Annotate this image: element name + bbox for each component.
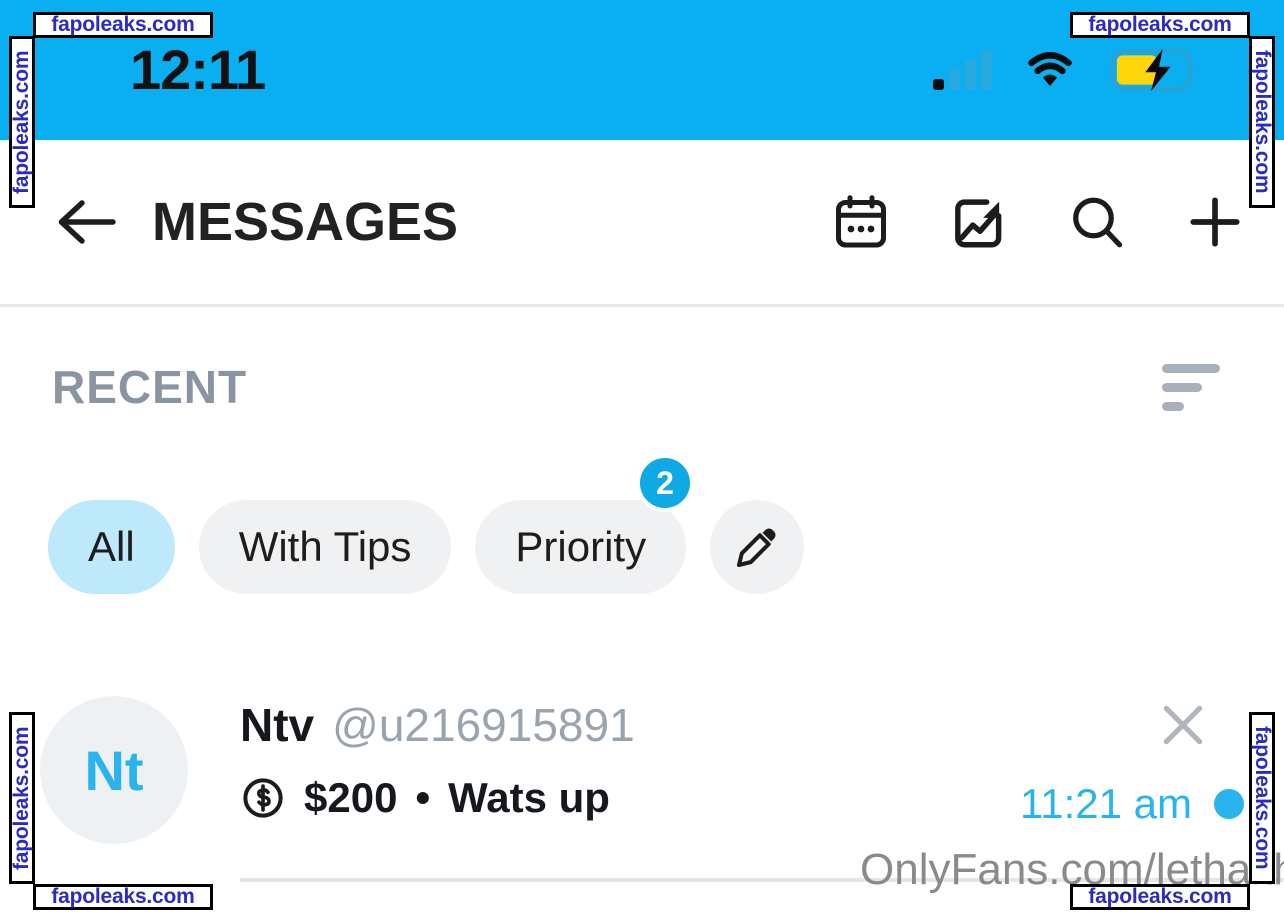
watermark-bottom-left-horizontal: fapoleaks.com bbox=[33, 884, 213, 910]
wifi-icon bbox=[1028, 52, 1072, 86]
arrow-left-icon bbox=[58, 200, 116, 244]
page-title: MESSAGES bbox=[152, 192, 459, 252]
unread-dot bbox=[1214, 789, 1244, 819]
calendar-icon bbox=[836, 195, 886, 248]
chip-priority-label: Priority bbox=[515, 523, 647, 570]
watermark-top-right-vertical: fapoleaks.com bbox=[1249, 36, 1275, 208]
conversation-identity: Ntv @u216915891 bbox=[240, 698, 1020, 752]
calendar-button[interactable] bbox=[830, 191, 892, 253]
conversation-meta: 11:21 am bbox=[1020, 690, 1244, 828]
conversation-handle: @u216915891 bbox=[332, 699, 635, 751]
chip-all[interactable]: All bbox=[48, 500, 175, 594]
dollar-circle-icon bbox=[243, 778, 283, 818]
chip-with-tips-label: With Tips bbox=[238, 523, 412, 570]
media-stats-icon bbox=[955, 199, 1002, 248]
list-header: RECENT bbox=[0, 307, 1284, 467]
conversation-amount: $200 bbox=[304, 774, 398, 821]
conversation-preview: Wats up bbox=[448, 774, 610, 821]
chip-with-tips[interactable]: With Tips bbox=[198, 500, 452, 594]
recent-label: RECENT bbox=[52, 361, 248, 413]
header-actions bbox=[830, 191, 1246, 253]
sort-icon[interactable] bbox=[1152, 354, 1230, 421]
conversation-name: Ntv bbox=[240, 699, 315, 751]
watermark-bottom-right-vertical: fapoleaks.com bbox=[1249, 712, 1275, 884]
search-button[interactable] bbox=[1066, 191, 1128, 253]
app-header: MESSAGES bbox=[0, 140, 1284, 307]
conversation-time-row: 11:21 am bbox=[1020, 780, 1244, 828]
watermark-top-left-horizontal: fapoleaks.com bbox=[33, 12, 213, 38]
conversation-preview-line: $200 • Wats up bbox=[240, 774, 1020, 822]
media-stats-button[interactable] bbox=[948, 191, 1010, 253]
priority-badge: 2 bbox=[636, 454, 695, 512]
conversation-body: Ntv @u216915891 $200 • Wats up bbox=[240, 690, 1020, 822]
conversation-separator: • bbox=[415, 774, 431, 821]
pencil-icon bbox=[737, 528, 776, 568]
chip-edit-filters[interactable] bbox=[710, 500, 805, 594]
chip-priority[interactable]: Priority 2 bbox=[475, 454, 695, 594]
status-icon-group bbox=[933, 47, 1204, 93]
watermark-bottom-right-horizontal: fapoleaks.com bbox=[1070, 884, 1250, 910]
avatar[interactable]: Nt bbox=[40, 696, 188, 844]
back-button[interactable] bbox=[52, 186, 124, 258]
phone-screen: 12:11 MESSAGES RECENT All With Tips Prio… bbox=[0, 0, 1284, 922]
watermark-bottom-left-vertical: fapoleaks.com bbox=[9, 712, 35, 884]
conversation-time: 11:21 am bbox=[1020, 780, 1192, 827]
close-icon[interactable] bbox=[1156, 698, 1210, 752]
conversation-row[interactable]: Nt Ntv @u216915891 $200 • Wats up 11:21 … bbox=[0, 690, 1284, 844]
search-icon bbox=[1073, 197, 1123, 248]
chip-all-label: All bbox=[88, 523, 135, 570]
watermark-top-right-horizontal: fapoleaks.com bbox=[1070, 12, 1250, 38]
avatar-initials: Nt bbox=[84, 738, 144, 802]
watermark-top-left-vertical: fapoleaks.com bbox=[9, 36, 35, 208]
signal-icon bbox=[933, 50, 992, 90]
status-time: 12:11 bbox=[130, 38, 266, 101]
filter-chips: All With Tips Priority 2 bbox=[48, 454, 805, 594]
battery-charging-icon bbox=[1110, 48, 1197, 92]
new-message-button[interactable] bbox=[1184, 191, 1246, 253]
plus-icon bbox=[1190, 197, 1240, 247]
